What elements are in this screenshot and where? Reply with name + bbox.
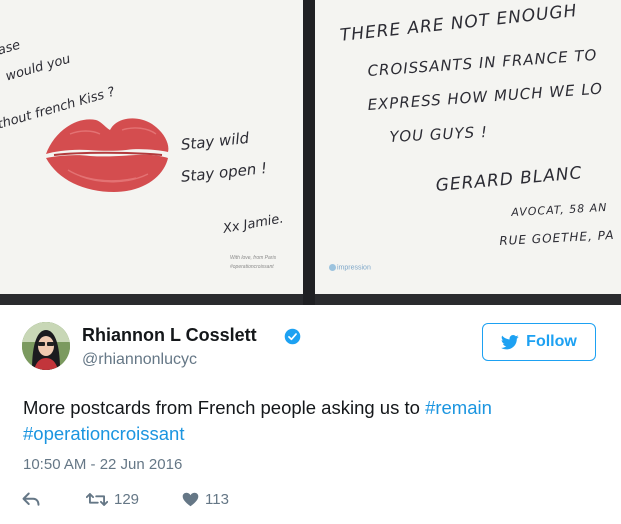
tweet-text-body: More postcards from French people asking…	[23, 397, 426, 418]
signature-jamie: Xx Jamie.	[222, 211, 285, 237]
message-line-1: THERE ARE NOT ENOUGH	[339, 1, 579, 46]
message-line-4: YOU GUYS !	[389, 122, 489, 146]
follow-label: Follow	[526, 333, 577, 350]
message-line-3: EXPRESS HOW MUCH WE LO	[367, 79, 604, 114]
postcard-left: ase would you thout french Kiss ? Stay w…	[0, 0, 303, 294]
tweet-timestamp[interactable]: 10:50 AM - 22 Jun 2016	[23, 456, 182, 473]
signature-name: GERARD BLANC	[435, 163, 584, 196]
user-handle[interactable]: @rhiannonlucyc	[82, 351, 197, 369]
impression-brand: impression	[329, 264, 371, 271]
reply-button[interactable]	[22, 492, 64, 507]
hashtag-operationcroissant[interactable]: #operationcroissant	[23, 423, 184, 444]
impression-logo-icon	[329, 264, 336, 271]
follow-button[interactable]: Follow	[482, 323, 596, 361]
tweet-text: More postcards from French people asking…	[23, 395, 603, 447]
postcard-right: THERE ARE NOT ENOUGH CROISSANTS IN FRANC…	[315, 0, 621, 294]
signature-line-1: AVOCAT, 58 AN	[511, 200, 608, 219]
avatar[interactable]	[22, 322, 70, 370]
retweet-button[interactable]: 129	[86, 491, 182, 508]
display-name[interactable]: Rhiannon L Cosslett	[82, 325, 257, 346]
question-line-1: ase	[0, 37, 23, 59]
hashtag-remain[interactable]: #remain	[425, 397, 492, 418]
like-button[interactable]: 113	[182, 491, 229, 508]
impression-label: impression	[337, 264, 371, 272]
retweet-icon	[86, 492, 108, 506]
heart-icon	[182, 492, 199, 506]
verified-badge-icon	[284, 328, 301, 345]
reply-icon	[22, 492, 40, 506]
retweet-count: 129	[114, 490, 140, 508]
stay-wild-text: Stay wild	[180, 128, 250, 154]
message-line-2: CROISSANTS IN FRANCE TO	[367, 45, 598, 80]
like-count: 113	[205, 490, 229, 508]
lipstick-kiss-icon	[46, 118, 169, 192]
stay-open-text: Stay open !	[180, 158, 268, 186]
tweet-actions: 129 113	[22, 489, 229, 509]
tweet-photo[interactable]: ase would you thout french Kiss ? Stay w…	[0, 0, 621, 305]
card-small-print-1: With love, from Paris	[230, 255, 277, 261]
photo-divider	[303, 0, 315, 305]
signature-line-2: RUE GOETHE, PA	[499, 227, 615, 248]
card-small-print-2: #operationcroissant	[230, 264, 274, 270]
twitter-bird-icon	[501, 334, 519, 349]
avatar-photo-icon	[22, 322, 70, 370]
question-line-2: would you	[4, 51, 73, 85]
